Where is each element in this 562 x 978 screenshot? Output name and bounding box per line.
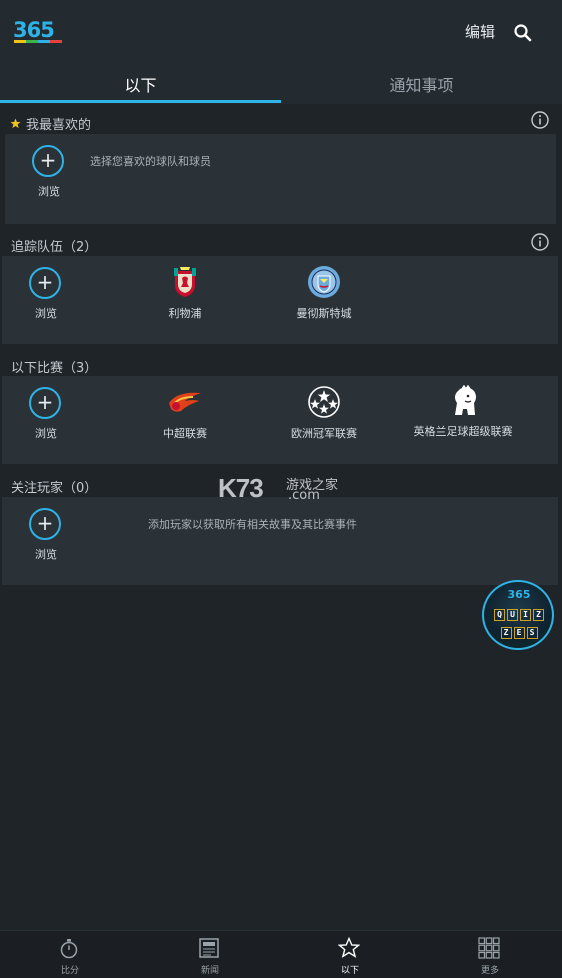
tab-notifications[interactable]: 通知事项 xyxy=(281,62,562,104)
quiz-tile: Z xyxy=(500,627,512,639)
nav-label: 以下 xyxy=(340,966,359,976)
info-icon[interactable] xyxy=(531,233,549,251)
quiz-tile: U xyxy=(507,609,518,621)
add-player-button[interactable]: + xyxy=(29,508,61,540)
competitions-card: + 浏览 中超联赛 欧洲冠军联赛 英格兰足球超级联赛 xyxy=(2,376,558,464)
browse-label[interactable]: 浏览 xyxy=(0,305,106,321)
favorites-hint: 选择您喜欢的球队和球员 xyxy=(90,155,211,168)
competition-label-epl[interactable]: 英格兰足球超级联赛 xyxy=(403,425,523,438)
browse-label[interactable]: 浏览 xyxy=(0,546,106,562)
premier-league-lion-icon[interactable] xyxy=(448,385,482,419)
nav-label: 比分 xyxy=(60,966,79,976)
add-favorite-button[interactable]: + xyxy=(32,145,64,177)
players-card: + 浏览 添加玩家以获取所有相关故事及其比赛事件 xyxy=(2,497,558,585)
star-icon xyxy=(10,118,21,129)
man-city-crest-icon[interactable] xyxy=(307,265,341,299)
team-label-man-city[interactable]: 曼彻斯特城 xyxy=(264,305,384,321)
add-team-button[interactable]: + xyxy=(29,267,61,299)
quiz-tile: I xyxy=(520,609,531,621)
app-logo: 365 xyxy=(13,18,55,42)
csl-logo-icon[interactable] xyxy=(167,387,203,417)
nav-label: 新闻 xyxy=(200,966,219,976)
teams-card: + 浏览 利物浦 曼彻斯特城 xyxy=(2,256,558,344)
bottom-navigation: 比分 新闻 以下 更多 xyxy=(0,930,562,978)
search-icon[interactable] xyxy=(513,23,533,43)
star-icon xyxy=(338,937,360,958)
champions-league-icon[interactable] xyxy=(307,385,341,419)
liverpool-crest-icon[interactable] xyxy=(168,265,202,299)
teams-section-header: 追踪队伍（2） xyxy=(0,232,562,258)
quiz-row-2: Z E S xyxy=(484,627,554,639)
quizzes-floating-button[interactable]: 365 Q U I Z Z E S xyxy=(482,580,554,650)
info-icon[interactable] xyxy=(531,111,549,129)
nav-follow[interactable]: 以下 xyxy=(280,931,420,978)
favorites-section-header: 我最喜欢的 xyxy=(0,110,562,136)
top-app-bar: 365 编辑 xyxy=(0,0,562,62)
nav-scores[interactable]: 比分 xyxy=(0,931,140,978)
tab-bar: 以下 通知事项 xyxy=(0,62,562,104)
nav-news[interactable]: 新闻 xyxy=(140,931,280,978)
active-tab-indicator xyxy=(0,100,281,103)
add-competition-button[interactable]: + xyxy=(29,387,61,419)
teams-title: 追踪队伍（2） xyxy=(11,240,98,255)
watermark-brand: K73 xyxy=(218,473,264,503)
grid-icon xyxy=(478,937,500,959)
browse-label[interactable]: 浏览 xyxy=(0,425,106,441)
players-hint: 添加玩家以获取所有相关故事及其比赛事件 xyxy=(148,518,357,531)
nav-more[interactable]: 更多 xyxy=(420,931,560,978)
browse-label[interactable]: 浏览 xyxy=(0,183,109,199)
stopwatch-icon xyxy=(60,939,78,959)
players-section-header: 关注玩家（0） xyxy=(0,473,562,499)
quiz-row-1: Q U I Z xyxy=(484,609,554,621)
quiz-tile: S xyxy=(526,627,538,639)
competitions-title: 以下比赛（3） xyxy=(11,361,98,376)
competition-label-ucl[interactable]: 欧洲冠军联赛 xyxy=(264,425,384,441)
edit-button[interactable]: 编辑 xyxy=(465,21,495,42)
nav-label: 更多 xyxy=(480,966,499,976)
logo-stripe xyxy=(14,40,62,43)
favorites-card: + 浏览 选择您喜欢的球队和球员 xyxy=(5,134,556,224)
team-label-liverpool[interactable]: 利物浦 xyxy=(125,305,245,321)
quiz-logo: 365 xyxy=(507,588,531,601)
quiz-tile: Q xyxy=(494,609,505,621)
competition-label-csl[interactable]: 中超联赛 xyxy=(125,425,245,441)
quiz-tile: Z xyxy=(533,609,544,621)
watermark-domain: .com xyxy=(288,488,320,503)
players-title: 关注玩家（0） xyxy=(11,481,98,496)
quiz-tile: E xyxy=(513,627,525,639)
tab-follow[interactable]: 以下 xyxy=(0,62,281,104)
newspaper-icon xyxy=(199,938,219,958)
favorites-title: 我最喜欢的 xyxy=(26,118,92,133)
